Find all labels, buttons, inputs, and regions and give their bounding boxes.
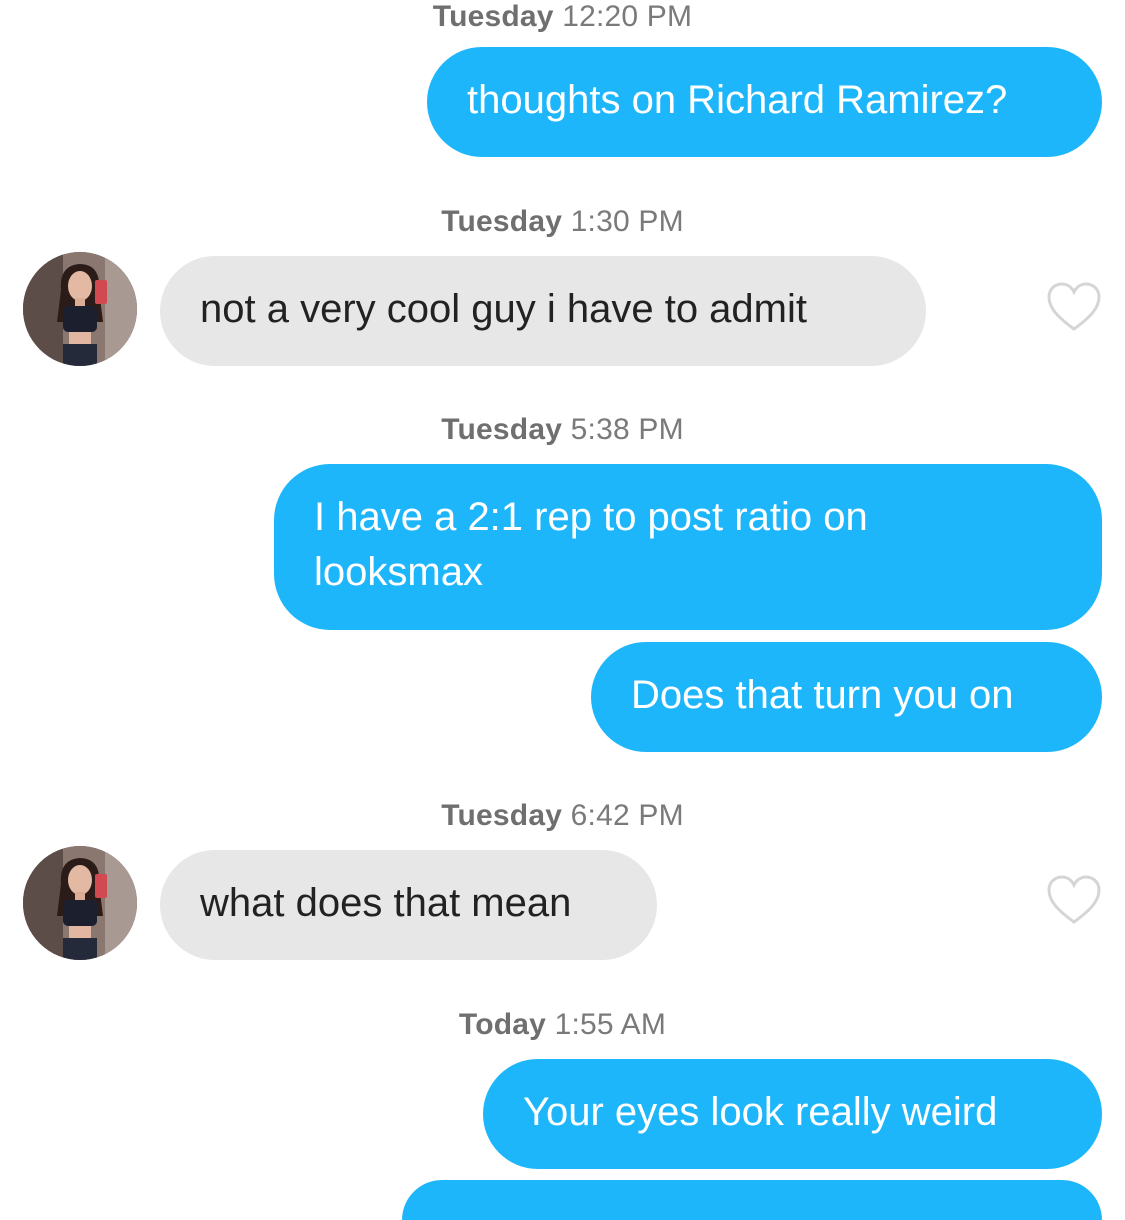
timestamp-time: 12:20 PM [562, 0, 693, 33]
incoming-message[interactable]: not a very cool guy i have to admit [160, 256, 926, 366]
timestamp-day: Today [458, 1008, 547, 1041]
profile-photo-icon [23, 252, 137, 366]
outgoing-message[interactable]: thoughts on Richard Ramirez? [427, 47, 1102, 157]
message-text-line: I have a 2:1 rep to post ratio on [314, 495, 868, 539]
outgoing-message-partial[interactable] [402, 1180, 1102, 1220]
message-text: Does that turn you on [631, 673, 1014, 717]
outgoing-message[interactable]: I have a 2:1 rep to post ratio on looksm… [274, 464, 1102, 630]
message-text: thoughts on Richard Ramirez? [467, 78, 1008, 122]
timestamp: Tuesday 5:38 PM [0, 413, 1125, 447]
timestamp: Tuesday 1:30 PM [0, 205, 1125, 239]
heart-icon[interactable] [1046, 874, 1102, 926]
avatar[interactable] [23, 846, 137, 960]
timestamp-time: 1:55 AM [554, 1008, 667, 1041]
message-text: Your eyes look really weird [523, 1090, 998, 1134]
incoming-message[interactable]: what does that mean [160, 850, 657, 960]
timestamp-day: Tuesday [441, 413, 563, 446]
message-text: not a very cool guy i have to admit [200, 287, 807, 331]
timestamp: Tuesday 6:42 PM [0, 799, 1125, 833]
timestamp: Today 1:55 AM [0, 1008, 1125, 1042]
timestamp-time: 5:38 PM [570, 413, 684, 446]
outgoing-message[interactable]: Your eyes look really weird [483, 1059, 1102, 1169]
avatar[interactable] [23, 252, 137, 366]
timestamp-time: 1:30 PM [570, 205, 684, 238]
timestamp-day: Tuesday [441, 799, 563, 832]
message-text: what does that mean [200, 881, 572, 925]
timestamp-day: Tuesday [432, 0, 554, 33]
heart-icon[interactable] [1046, 281, 1102, 333]
profile-photo-icon [23, 846, 137, 960]
timestamp-time: 6:42 PM [570, 799, 684, 832]
message-text-line: looksmax [314, 550, 483, 594]
timestamp: Tuesday 12:20 PM [0, 0, 1125, 34]
outgoing-message[interactable]: Does that turn you on [591, 642, 1102, 752]
timestamp-day: Tuesday [441, 205, 563, 238]
